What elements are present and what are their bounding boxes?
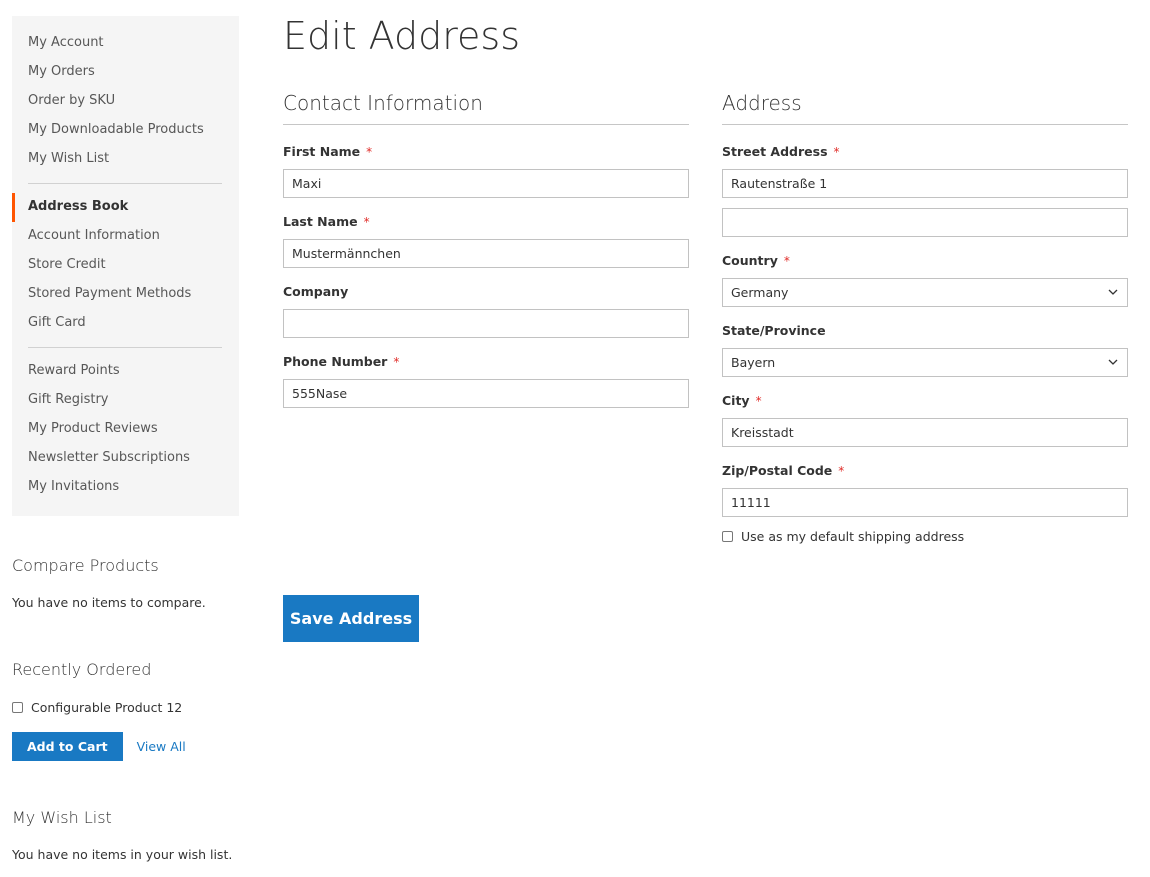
- contact-information-legend: Contact Information: [283, 90, 689, 125]
- zip-postal-code-field: Zip/Postal Code * 11111: [722, 463, 1128, 517]
- street-address-label: Street Address *: [722, 144, 840, 159]
- nav-item-gift-card[interactable]: Gift Card: [12, 309, 239, 338]
- nav-item-my-wish-list[interactable]: My Wish List: [12, 145, 239, 174]
- street-address-field: Street Address * Rautenstraße 1: [722, 144, 1128, 237]
- default-shipping-label: Use as my default shipping address: [741, 529, 965, 544]
- zip-postal-code-label: Zip/Postal Code *: [722, 463, 845, 478]
- view-all-link[interactable]: View All: [137, 739, 186, 754]
- save-address-button[interactable]: Save Address: [283, 595, 419, 642]
- first-name-label: First Name *: [283, 144, 373, 159]
- country-select-value[interactable]: Germany: [722, 278, 1128, 307]
- zip-postal-code-input[interactable]: 11111: [722, 488, 1128, 517]
- company-label: Company: [283, 284, 349, 299]
- required-marker: *: [363, 215, 370, 229]
- default-shipping-checkbox[interactable]: [722, 531, 733, 542]
- street-address-line1-input[interactable]: Rautenstraße 1: [722, 169, 1128, 198]
- country-label: Country *: [722, 253, 790, 268]
- nav-item-my-account[interactable]: My Account: [12, 29, 239, 58]
- recent-item: Configurable Product 12: [12, 700, 242, 715]
- required-marker: *: [755, 394, 762, 408]
- required-marker: *: [366, 145, 373, 159]
- nav-item-store-credit[interactable]: Store Credit: [12, 251, 239, 280]
- phone-number-input[interactable]: 555Nase: [283, 379, 689, 408]
- nav-item-reward-points[interactable]: Reward Points: [12, 357, 239, 386]
- nav-item-gift-registry[interactable]: Gift Registry: [12, 386, 239, 415]
- recently-ordered-block: Recently Ordered Configurable Product 12…: [12, 660, 242, 761]
- nav-item-address-book: Address Book: [12, 193, 239, 222]
- state-province-select-value[interactable]: Bayern: [722, 348, 1128, 377]
- recently-ordered-title: Recently Ordered: [12, 660, 152, 679]
- first-name-field: First Name * Maxi: [283, 144, 689, 198]
- nav-item-my-orders[interactable]: My Orders: [12, 58, 239, 87]
- city-label: City *: [722, 393, 762, 408]
- city-field: City * Kreisstadt: [722, 393, 1128, 447]
- phone-number-label: Phone Number *: [283, 354, 400, 369]
- nav-divider: [28, 347, 222, 348]
- account-nav: My Account My Orders Order by SKU My Dow…: [12, 16, 239, 516]
- default-shipping-option: Use as my default shipping address: [722, 529, 1128, 544]
- last-name-label: Last Name *: [283, 214, 370, 229]
- first-name-input[interactable]: Maxi: [283, 169, 689, 198]
- state-province-select[interactable]: Bayern: [722, 348, 1128, 377]
- nav-item-my-invitations[interactable]: My Invitations: [12, 473, 239, 502]
- state-province-label: State/Province: [722, 323, 826, 338]
- address-legend: Address: [722, 90, 1128, 125]
- compare-empty-text: You have no items to compare.: [12, 595, 206, 610]
- nav-item-order-by-sku[interactable]: Order by SKU: [12, 87, 239, 116]
- page-title: Edit Address: [283, 14, 520, 58]
- wish-list-title: My Wish List: [12, 808, 112, 827]
- add-to-cart-button[interactable]: Add to Cart: [12, 732, 123, 761]
- wish-list-block: My Wish List You have no items in your w…: [12, 808, 242, 862]
- street-address-line2-input[interactable]: [722, 208, 1128, 237]
- nav-item-my-downloadable-products[interactable]: My Downloadable Products: [12, 116, 239, 145]
- page: My Account My Orders Order by SKU My Dow…: [0, 0, 1150, 877]
- nav-item-account-information[interactable]: Account Information: [12, 222, 239, 251]
- company-input[interactable]: [283, 309, 689, 338]
- chevron-down-icon: [1108, 289, 1118, 295]
- required-marker: *: [833, 145, 840, 159]
- city-input[interactable]: Kreisstadt: [722, 418, 1128, 447]
- recent-item-checkbox[interactable]: [12, 702, 23, 713]
- country-field: Country * Germany: [722, 253, 1128, 307]
- wish-list-empty-text: You have no items in your wish list.: [12, 847, 233, 862]
- phone-number-field: Phone Number * 555Nase: [283, 354, 689, 408]
- sidebar: My Account My Orders Order by SKU My Dow…: [12, 16, 239, 516]
- nav-divider: [28, 183, 222, 184]
- company-field: Company: [283, 284, 689, 338]
- nav-item-newsletter-subscriptions[interactable]: Newsletter Subscriptions: [12, 444, 239, 473]
- required-marker: *: [783, 254, 790, 268]
- address-fieldset: Address Street Address * Rautenstraße 1 C…: [722, 90, 1128, 544]
- recent-actions: Add to Cart View All: [12, 732, 242, 761]
- nav-item-my-product-reviews[interactable]: My Product Reviews: [12, 415, 239, 444]
- last-name-input[interactable]: Mustermännchen: [283, 239, 689, 268]
- contact-information-fieldset: Contact Information First Name * Maxi Las…: [283, 90, 689, 424]
- chevron-down-icon: [1108, 359, 1118, 365]
- required-marker: *: [393, 355, 400, 369]
- compare-products-title: Compare Products: [12, 556, 159, 575]
- compare-products-block: Compare Products You have no items to co…: [12, 556, 242, 610]
- state-province-field: State/Province Bayern: [722, 323, 1128, 377]
- required-marker: *: [838, 464, 845, 478]
- country-select[interactable]: Germany: [722, 278, 1128, 307]
- recent-item-name: Configurable Product 12: [31, 700, 183, 715]
- nav-item-stored-payment-methods[interactable]: Stored Payment Methods: [12, 280, 239, 309]
- last-name-field: Last Name * Mustermännchen: [283, 214, 689, 268]
